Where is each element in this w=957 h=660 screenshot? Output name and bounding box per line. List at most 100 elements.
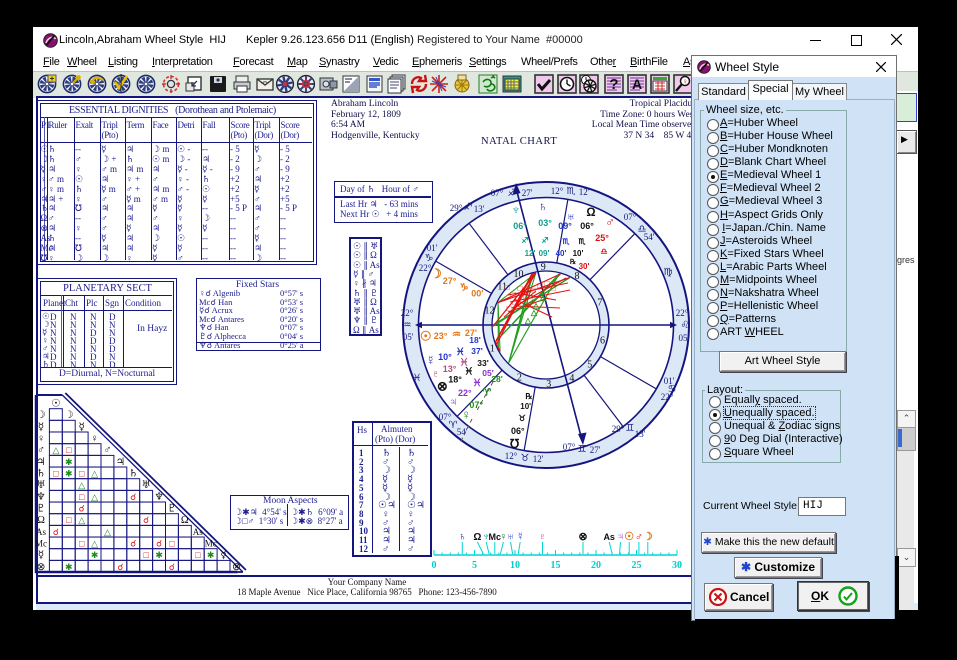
svg-text:22°: 22° <box>676 308 689 318</box>
svg-text:□︎: □︎ <box>528 296 533 305</box>
svg-text:☿︎: ☿︎ <box>38 421 44 433</box>
svg-text:As: As <box>36 527 46 537</box>
svg-text:30: 30 <box>672 560 682 571</box>
svg-text:25°: 25° <box>595 233 609 243</box>
svg-text:♇︎: ♇︎ <box>167 503 176 515</box>
svg-text:☿︎: ☿︎ <box>426 352 436 367</box>
svg-text:℞︎: ℞︎ <box>570 258 577 266</box>
svg-text:✱︎: ✱︎ <box>65 457 73 467</box>
svg-text:♐︎: ♐︎ <box>521 236 528 245</box>
svg-text:△︎: △︎ <box>91 539 98 549</box>
svg-text:☿︎: ☿︎ <box>516 531 524 543</box>
svg-text:♏︎: ♏︎ <box>577 237 586 246</box>
svg-text:△︎: △︎ <box>91 492 98 502</box>
svg-text:01': 01' <box>427 243 438 253</box>
svg-text:♃︎: ♃︎ <box>36 456 45 468</box>
svg-text:♒︎: ♒︎ <box>452 329 461 340</box>
svg-text:♌︎: ♌︎ <box>681 320 690 331</box>
svg-text:10: 10 <box>514 269 524 280</box>
svg-text:♊︎: ♊︎ <box>578 444 587 455</box>
svg-text:5: 5 <box>587 359 592 370</box>
svg-text:00': 00' <box>471 289 483 299</box>
svg-text:♅︎: ♅︎ <box>506 531 514 543</box>
svg-text:☌︎: ☌︎ <box>117 562 123 572</box>
svg-text:✱︎: ✱︎ <box>91 550 99 560</box>
svg-text:♃︎: ♃︎ <box>116 456 125 468</box>
svg-text:♄︎: ♄︎ <box>538 199 548 214</box>
svg-text:℞︎: ℞︎ <box>525 392 532 401</box>
svg-text:□︎: □︎ <box>507 304 512 313</box>
svg-text:♐︎: ♐︎ <box>541 236 548 245</box>
svg-text:09°: 09° <box>558 221 572 231</box>
svg-text:✱︎: ✱︎ <box>65 562 73 572</box>
svg-text:✱︎: ✱︎ <box>65 469 73 479</box>
svg-text:△︎: △︎ <box>52 445 59 455</box>
svg-text:☉︎: ☉︎ <box>51 398 60 410</box>
svg-text:10: 10 <box>510 560 520 571</box>
svg-text:☌︎: ☌︎ <box>169 562 175 572</box>
svg-text:23°: 23° <box>434 331 448 341</box>
svg-text:♆︎: ♆︎ <box>154 491 163 503</box>
svg-text:♉︎: ♉︎ <box>518 413 526 423</box>
svg-text:□︎: □︎ <box>513 298 518 307</box>
svg-text:♐︎: ♐︎ <box>508 188 517 199</box>
svg-text:10': 10' <box>520 402 531 411</box>
svg-text:℧︎: ℧︎ <box>510 437 519 451</box>
svg-text:05': 05' <box>403 332 414 342</box>
svg-text:54': 54' <box>644 232 655 242</box>
svg-text:29°: 29° <box>450 203 463 213</box>
svg-text:☿︎: ☿︎ <box>38 549 44 561</box>
svg-text:♅︎: ♅︎ <box>36 479 45 491</box>
svg-text:As: As <box>603 532 615 542</box>
svg-text:□︎: □︎ <box>551 284 556 293</box>
svg-text:06°: 06° <box>511 426 525 436</box>
svg-text:09': 09' <box>539 249 550 258</box>
svg-text:♒︎: ♒︎ <box>403 320 412 331</box>
svg-text:30': 30' <box>579 262 590 271</box>
svg-text:Ω︎: Ω︎ <box>181 515 189 526</box>
svg-text:27': 27' <box>590 445 601 455</box>
svg-text:07°: 07° <box>563 442 576 452</box>
svg-text:12': 12' <box>579 187 590 197</box>
svg-text:40': 40' <box>556 249 567 258</box>
svg-text:8: 8 <box>575 271 580 282</box>
svg-text:♓︎: ♓︎ <box>413 373 422 384</box>
svg-text:6: 6 <box>600 336 605 347</box>
svg-text:☽︎: ☽︎ <box>643 531 653 543</box>
svg-text:□︎: □︎ <box>169 539 175 549</box>
svg-text:06°: 06° <box>513 221 527 231</box>
svg-text:□︎: □︎ <box>545 279 550 288</box>
svg-text:☽︎: ☽︎ <box>64 409 73 421</box>
svg-text:13°: 13° <box>443 364 457 374</box>
svg-text:☉︎: ☉︎ <box>420 329 432 344</box>
svg-text:25: 25 <box>632 560 642 571</box>
svg-text:♅︎: ♅︎ <box>141 479 150 491</box>
svg-text:△︎: △︎ <box>532 301 540 310</box>
svg-text:□︎: □︎ <box>531 286 536 295</box>
svg-text:♊︎: ♊︎ <box>626 423 635 434</box>
svg-text:♍︎: ♍︎ <box>664 267 673 278</box>
svg-text:Ω︎: Ω︎ <box>37 515 45 526</box>
svg-text:□︎: □︎ <box>79 539 85 549</box>
svg-text:13': 13' <box>474 204 485 214</box>
svg-text:05: 05 <box>679 333 689 343</box>
svg-text:♇︎: ♇︎ <box>538 531 546 543</box>
svg-text:15: 15 <box>551 560 561 571</box>
svg-text:?: ? <box>609 76 618 93</box>
svg-text:9: 9 <box>541 262 546 273</box>
svg-text:3: 3 <box>546 379 551 390</box>
svg-text:12: 12 <box>485 305 495 316</box>
svg-text:♄︎: ♄︎ <box>458 531 466 543</box>
svg-text:□︎: □︎ <box>79 469 85 479</box>
svg-text:4: 4 <box>569 373 574 384</box>
svg-text:♀︎: ♀︎ <box>682 77 688 86</box>
svg-text:✱︎: ✱︎ <box>155 550 163 560</box>
svg-text:☿︎: ☿︎ <box>220 549 226 561</box>
svg-text:♀︎: ♀︎ <box>37 434 45 445</box>
svg-text:22°: 22° <box>661 392 674 402</box>
svg-text:△︎: △︎ <box>78 515 85 525</box>
svg-text:△︎: △︎ <box>104 527 111 537</box>
svg-text:♏︎: ♏︎ <box>561 237 570 246</box>
svg-text:⊗︎: ⊗︎ <box>437 378 448 393</box>
svg-text:☿︎: ☿︎ <box>78 421 84 433</box>
